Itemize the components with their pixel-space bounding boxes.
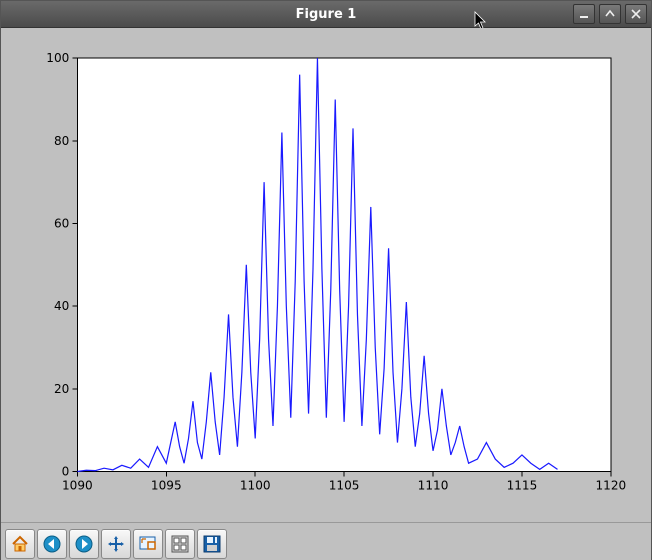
x-tick-label: 1095	[151, 479, 182, 493]
arrow-right-icon	[74, 534, 94, 554]
x-tick-label: 1115	[507, 479, 538, 493]
x-tick-label: 1120	[595, 479, 626, 493]
y-tick-label: 40	[54, 299, 69, 313]
back-button[interactable]	[37, 529, 67, 559]
x-axis: 1090 1095 1100 1105 1110 1115 1120	[62, 471, 626, 492]
y-tick-label: 80	[54, 134, 69, 148]
x-tick-label: 1090	[62, 479, 93, 493]
close-button[interactable]	[625, 4, 647, 24]
x-tick-label: 1105	[329, 479, 360, 493]
arrow-left-icon	[42, 534, 62, 554]
window-title: Figure 1	[1, 7, 651, 22]
titlebar: Figure 1	[1, 1, 651, 28]
move-icon	[106, 534, 126, 554]
zoom-button[interactable]	[133, 529, 163, 559]
pan-button[interactable]	[101, 529, 131, 559]
close-icon	[630, 8, 642, 20]
maximize-icon	[604, 8, 616, 20]
y-tick-label: 60	[54, 217, 69, 231]
chart[interactable]: 1090 1095 1100 1105 1110 1115 1120 0 20 40 60 80 100	[19, 46, 633, 512]
x-tick-label: 1110	[418, 479, 449, 493]
save-icon	[202, 534, 222, 554]
x-tick-label: 1100	[240, 479, 271, 493]
subplots-button[interactable]	[165, 529, 195, 559]
zoom-icon	[138, 534, 158, 554]
minimize-icon	[578, 8, 590, 20]
y-tick-label: 100	[46, 51, 69, 65]
nav-toolbar	[1, 522, 651, 560]
window-controls	[573, 4, 647, 24]
y-tick-label: 0	[62, 465, 70, 479]
subplots-icon	[170, 534, 190, 554]
save-button[interactable]	[197, 529, 227, 559]
figure-canvas-area: 1090 1095 1100 1105 1110 1115 1120 0 20 40 60 80 100	[1, 28, 651, 522]
y-tick-label: 20	[54, 382, 69, 396]
maximize-button[interactable]	[599, 4, 621, 24]
home-icon	[10, 534, 30, 554]
forward-button[interactable]	[69, 529, 99, 559]
app-window: Figure 1 1090 1095 1100 1105 1110 1115	[0, 0, 652, 560]
home-button[interactable]	[5, 529, 35, 559]
minimize-button[interactable]	[573, 4, 595, 24]
y-axis: 0 20 40 60 80 100	[46, 51, 77, 478]
